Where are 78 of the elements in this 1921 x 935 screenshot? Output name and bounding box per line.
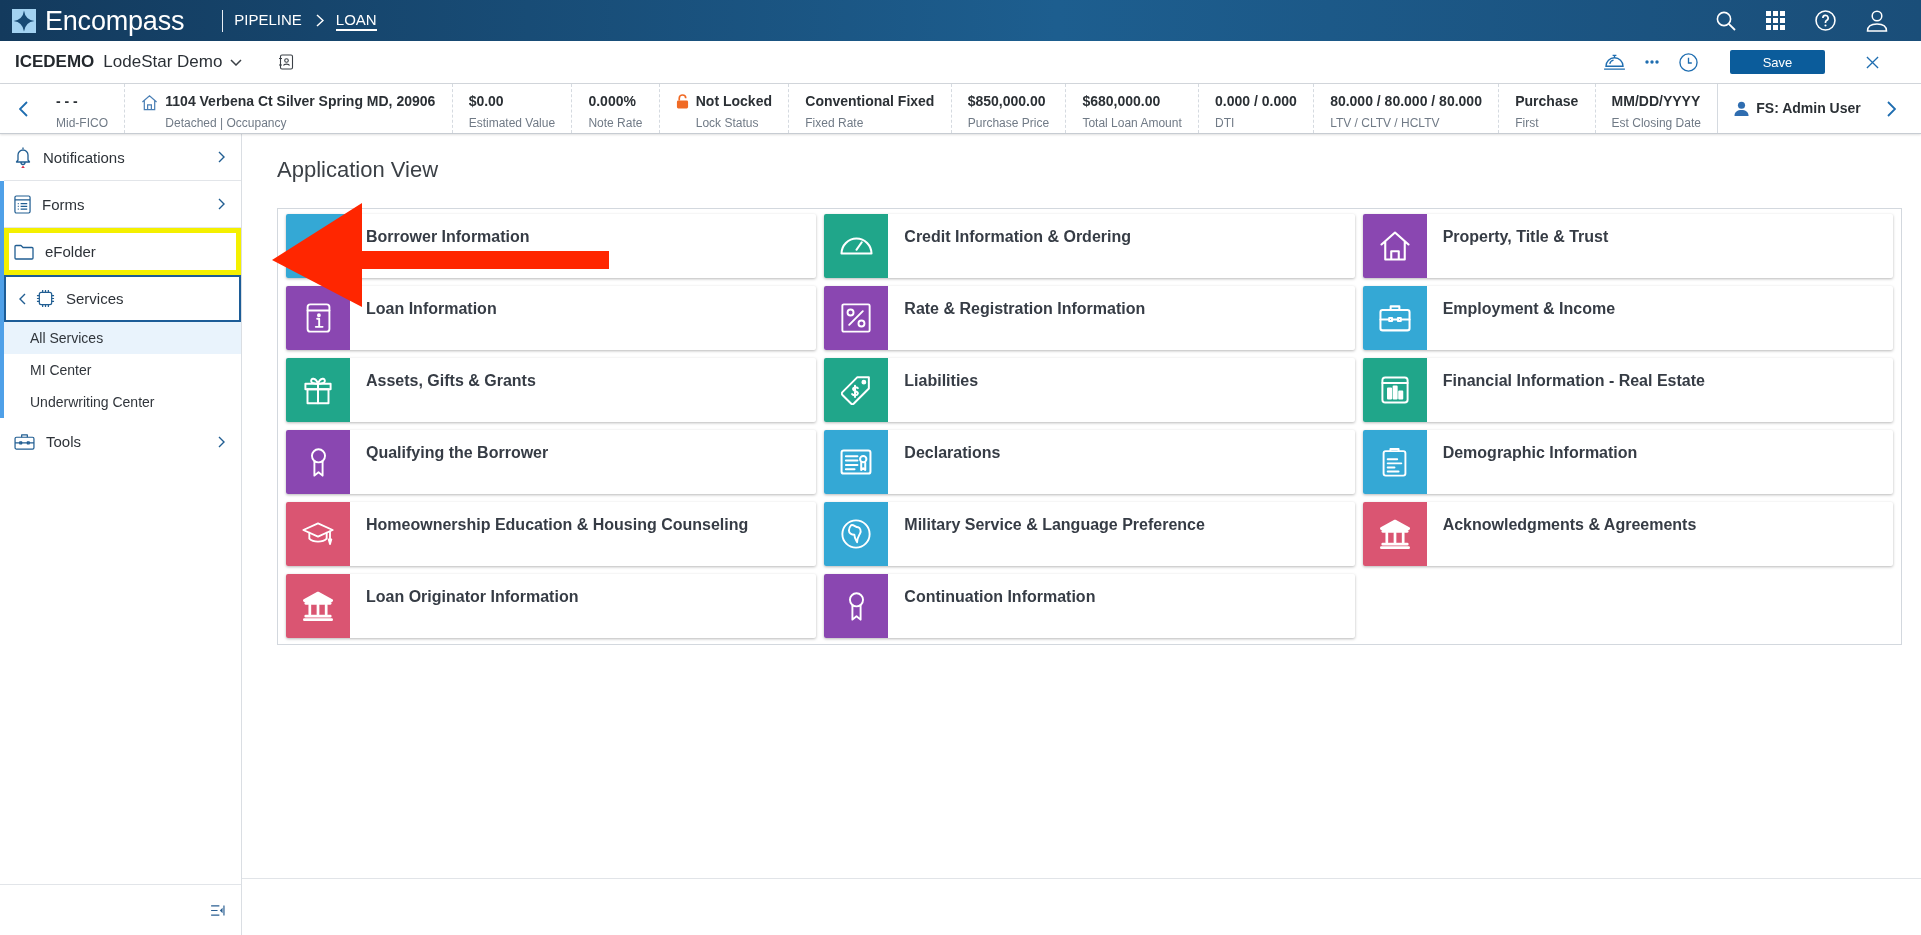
chevron-right-icon xyxy=(315,14,324,27)
form-tile[interactable]: Loan Originator Information xyxy=(286,574,817,638)
search-icon[interactable] xyxy=(1716,10,1736,31)
user-icon xyxy=(1734,101,1750,116)
form-tile[interactable]: Continuation Information xyxy=(824,574,1355,638)
chevron-right-icon xyxy=(218,435,225,448)
form-tile[interactable]: Loan Information xyxy=(286,286,817,350)
form-tile[interactable]: Acknowledgments & Agreements xyxy=(1362,502,1893,566)
breadcrumb-link[interactable]: LOAN xyxy=(335,10,377,31)
caret-down-icon xyxy=(230,58,243,66)
bell-icon xyxy=(14,146,32,168)
form-tile[interactable]: Liabilities xyxy=(824,358,1355,422)
summary-value: 1104 Verbena Ct Silver Spring MD, 20906 xyxy=(165,93,436,110)
summary-label: Estimated Value xyxy=(468,116,556,131)
app-logo-text: Encompass xyxy=(45,5,185,36)
sidebar-item[interactable]: eFolder xyxy=(4,228,241,275)
summary-value: Not Locked xyxy=(695,93,772,110)
summary-label: Detached | Occupancy xyxy=(165,116,288,131)
summary-label: LTV / CLTV / HCLTV xyxy=(1330,116,1441,131)
summary-value: Purchase xyxy=(1515,93,1579,110)
sidebar-subitem[interactable]: All Services xyxy=(4,322,241,354)
contact-card-icon[interactable] xyxy=(278,54,295,70)
summary-value: 80.000 / 80.000 / 80.000 xyxy=(1330,93,1482,110)
summary-label: DTI xyxy=(1215,116,1236,131)
summary-value: Conventional Fixed xyxy=(805,93,935,110)
summary-label: Est Closing Date xyxy=(1611,116,1701,131)
sidebar-item[interactable]: Services xyxy=(4,275,241,322)
user-icon[interactable] xyxy=(1866,9,1888,32)
chevron-right-icon xyxy=(218,151,225,163)
form-tile[interactable]: Homeownership Education & Housing Counseling xyxy=(286,502,817,566)
summary-value: 0.000% xyxy=(588,93,637,110)
chip-icon xyxy=(36,289,55,308)
form-list-icon xyxy=(14,194,31,214)
chevron-right-icon[interactable] xyxy=(1887,100,1896,117)
summary-value: - - - xyxy=(56,93,79,110)
form-tile[interactable]: Assets, Gifts & Grants xyxy=(286,358,817,422)
save-button[interactable]: Save xyxy=(1730,50,1825,74)
form-tile[interactable]: Declarations xyxy=(824,430,1355,494)
summary-value: $850,000.00 xyxy=(967,93,1047,110)
service-bell-icon[interactable] xyxy=(1603,53,1626,71)
form-tile[interactable]: Employment & Income xyxy=(1362,286,1893,350)
logo-icon xyxy=(12,8,36,33)
summary-label: Note Rate xyxy=(588,116,643,131)
summary-value: FS: Admin User xyxy=(1756,100,1861,117)
more-options-icon[interactable] xyxy=(1645,60,1659,64)
summary-value: $680,000.00 xyxy=(1082,93,1162,110)
loan-id: ICEDEMO xyxy=(15,52,95,72)
form-tile[interactable]: Demographic Information xyxy=(1362,430,1893,494)
loan-selector[interactable]: LodeStar Demo xyxy=(103,52,243,72)
clock-icon[interactable] xyxy=(1679,52,1698,72)
breadcrumb-link[interactable]: PIPELINE xyxy=(234,10,302,31)
chevron-right-icon xyxy=(218,198,225,210)
close-icon[interactable] xyxy=(1866,55,1879,69)
summary-label: Total Loan Amount xyxy=(1082,116,1182,131)
form-tile[interactable]: Rate & Registration Information xyxy=(824,286,1355,350)
summary-label: Mid-FICO xyxy=(56,116,108,131)
form-tile[interactable]: Property, Title & Trust xyxy=(1362,214,1893,278)
summary-value: MM/DD/YYYY xyxy=(1611,93,1701,110)
summary-label: Purchase Price xyxy=(967,116,1050,131)
summary-label: Lock Status xyxy=(695,116,760,131)
summary-label: First xyxy=(1515,116,1540,131)
toolbox-icon xyxy=(14,433,35,450)
collapse-sidebar-icon[interactable] xyxy=(211,904,225,916)
folder-icon xyxy=(14,243,34,260)
help-icon[interactable] xyxy=(1815,10,1836,31)
form-tile[interactable]: Military Service & Language Preference xyxy=(824,502,1355,566)
summary-value: $0.00 xyxy=(468,93,505,110)
house-icon xyxy=(141,94,159,111)
form-tile[interactable]: Financial Information - Real Estate xyxy=(1362,358,1893,422)
open-lock-icon xyxy=(675,94,689,109)
summary-label: Fixed Rate xyxy=(805,116,865,131)
summary-value: 0.000 / 0.000 xyxy=(1215,93,1297,110)
page-title: Application View xyxy=(277,156,440,184)
apps-grid-icon[interactable] xyxy=(1766,11,1785,30)
form-tile[interactable]: Qualifying the Borrower xyxy=(286,430,817,494)
chevron-left-icon xyxy=(19,292,26,305)
chevron-left-icon[interactable] xyxy=(19,100,28,117)
form-tile[interactable]: Credit Information & Ordering xyxy=(824,214,1355,278)
